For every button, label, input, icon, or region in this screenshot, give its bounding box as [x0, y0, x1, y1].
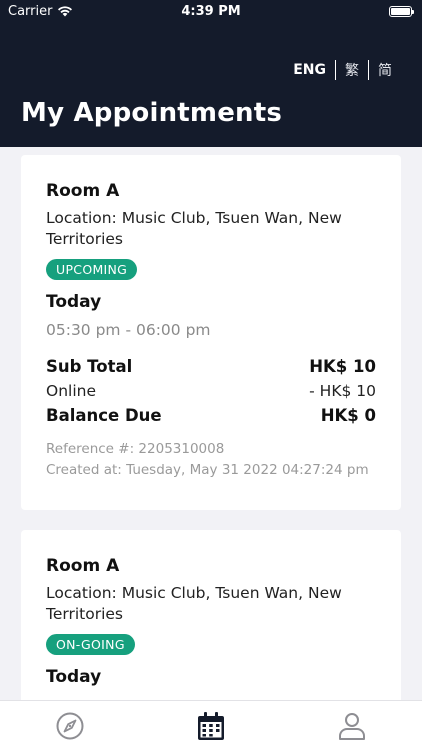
battery-icon — [389, 5, 414, 17]
subtotal-label: Sub Total — [46, 357, 133, 376]
room-name: Room A — [46, 556, 120, 576]
calendar-icon — [198, 711, 224, 740]
status-bar: Carrier 4:39 PM — [0, 0, 422, 22]
online-row: Online - HK$ 10 — [46, 382, 376, 400]
lang-traditional-chinese[interactable]: 繁 — [336, 60, 368, 80]
appointment-card[interactable]: Room A Location: Music Club, Tsuen Wan, … — [21, 155, 401, 510]
profile-icon — [338, 712, 365, 740]
status-badge: ON-GOING — [46, 634, 135, 655]
balance-value: HK$ 0 — [320, 406, 376, 425]
appointment-time: 05:30 pm - 06:00 pm — [46, 321, 211, 339]
tab-explore[interactable] — [0, 701, 141, 750]
tab-profile[interactable] — [281, 701, 422, 750]
online-value: - HK$ 10 — [309, 382, 376, 400]
balance-row: Balance Due HK$ 0 — [46, 406, 376, 425]
balance-label: Balance Due — [46, 406, 162, 425]
page-title: My Appointments — [21, 98, 283, 128]
lang-eng[interactable]: ENG — [284, 62, 335, 78]
tab-appointments[interactable] — [141, 701, 282, 750]
appointments-list[interactable]: Room A Location: Music Club, Tsuen Wan, … — [0, 147, 422, 700]
status-left: Carrier — [8, 4, 73, 19]
status-badge: UPCOMING — [46, 259, 138, 280]
carrier-label: Carrier — [8, 3, 53, 19]
lang-simplified-chinese[interactable]: 简 — [369, 60, 392, 80]
app-header: Carrier 4:39 PM ENG 繁 简 My Appointments — [0, 0, 422, 147]
subtotal-row: Sub Total HK$ 10 — [46, 357, 376, 376]
compass-icon — [56, 712, 84, 739]
created-at: Created at: Tuesday, May 31 2022 04:27:2… — [46, 462, 369, 478]
location-text: Location: Music Club, Tsuen Wan, New Ter… — [46, 584, 342, 623]
wifi-icon — [58, 6, 73, 17]
appointment-card[interactable]: Room A Location: Music Club, Tsuen Wan, … — [21, 530, 401, 700]
appointment-date: Today — [46, 292, 102, 312]
reference-number: Reference #: 2205310008 — [46, 441, 225, 457]
appointment-date: Today — [46, 667, 102, 687]
meta-block: Reference #: 2205310008 Created at: Tues… — [46, 439, 376, 481]
language-switcher: ENG 繁 简 — [284, 60, 392, 80]
online-label: Online — [46, 382, 96, 400]
room-name: Room A — [46, 181, 120, 201]
subtotal-value: HK$ 10 — [309, 357, 376, 376]
location-text: Location: Music Club, Tsuen Wan, New Ter… — [46, 209, 342, 248]
tab-bar — [0, 700, 422, 750]
